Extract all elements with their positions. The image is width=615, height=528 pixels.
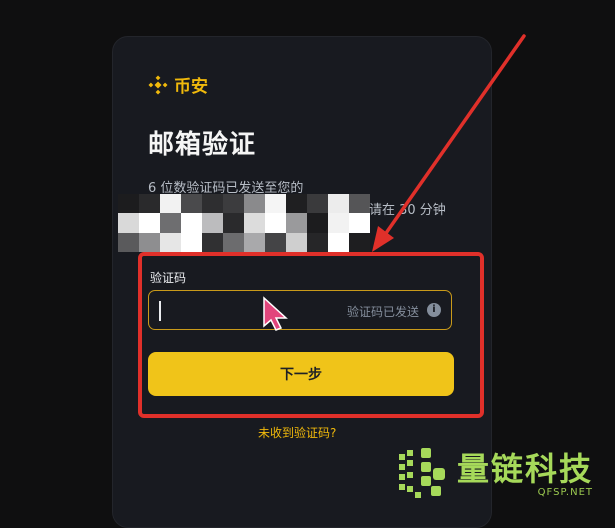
mouse-pointer-icon: [263, 296, 288, 331]
watermark-url: QFSP.NET: [537, 486, 594, 498]
watermark-logo-icon: [399, 448, 445, 498]
watermark-name: 量链科技: [457, 449, 594, 488]
watermark: 量链科技 QFSP.NET: [395, 446, 593, 502]
annotation-arrow: [372, 34, 526, 252]
